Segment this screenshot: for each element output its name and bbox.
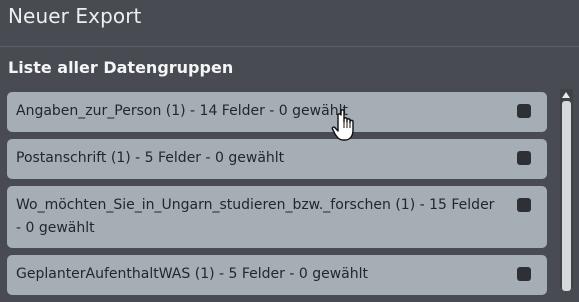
datagroup-label: GeplanterAufenthaltWAS (1) - 5 Felder - … [16,266,369,282]
datagroup-item[interactable]: GeplanterAufenthaltWAS (1) - 5 Felder - … [7,255,547,295]
datagroup-item[interactable]: Postanschrift (1) - 5 Felder - 0 gewählt [7,139,547,179]
section-heading: Liste aller Datengruppen [8,58,234,77]
datagroup-label: Postanschrift (1) - 5 Felder - 0 gewählt [16,150,285,166]
datagroup-checkbox[interactable] [517,151,531,165]
page-title: Neuer Export [8,4,142,28]
header-divider [0,46,579,47]
datagroup-checkbox[interactable] [517,267,531,281]
datagroup-label: Wo_möchten_Sie_in_Ungarn_studieren_bzw._… [16,197,495,236]
scrollbar-thumb[interactable] [562,101,571,291]
hand-pointer-icon [331,108,363,144]
datagroup-checkbox[interactable] [517,198,531,212]
datagroup-item[interactable]: Wo_möchten_Sie_in_Ungarn_studieren_bzw._… [7,186,547,248]
datagroup-checkbox[interactable] [517,104,531,118]
datagroup-label: Angaben_zur_Person (1) - 14 Felder - 0 g… [16,103,348,119]
datagroup-list: Angaben_zur_Person (1) - 14 Felder - 0 g… [7,92,547,302]
datagroup-item[interactable]: Angaben_zur_Person (1) - 14 Felder - 0 g… [7,92,547,132]
vertical-scrollbar[interactable] [560,89,573,291]
chevron-up-icon[interactable] [562,92,570,98]
